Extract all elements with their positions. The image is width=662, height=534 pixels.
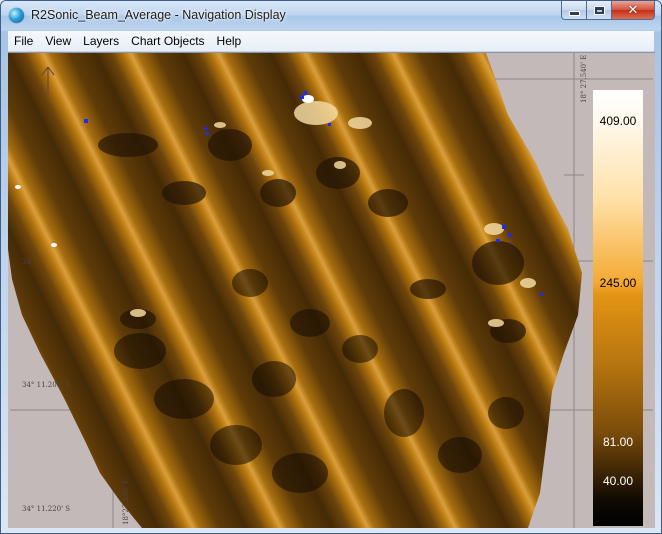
menu-help[interactable]: Help: [211, 31, 248, 51]
title-bar[interactable]: R2Sonic_Beam_Average - Navigation Displa…: [1, 1, 661, 30]
menu-file[interactable]: File: [8, 31, 39, 51]
close-button[interactable]: ✕: [612, 1, 655, 20]
sonar-swath: [8, 53, 582, 528]
close-icon: ✕: [627, 2, 639, 18]
lat-label-1: 34° 11.200' S: [22, 381, 71, 389]
scale-label-max: 409.00: [599, 114, 637, 128]
app-window: R2Sonic_Beam_Average - Navigation Displa…: [0, 0, 662, 534]
menu-view[interactable]: View: [39, 31, 77, 51]
caption-buttons: ✕: [561, 1, 655, 21]
lon-label-top: 18° 27.540' E: [580, 54, 588, 103]
map-view[interactable]: 34° 11.200' S 34° 11.220' S 34 18° 27.54…: [8, 52, 655, 528]
maximize-button[interactable]: [587, 1, 612, 20]
color-scale-bar: 409.00 245.00 81.00 40.00: [593, 90, 643, 526]
window-title: R2Sonic_Beam_Average - Navigation Displa…: [31, 8, 286, 22]
menu-chart-objects[interactable]: Chart Objects: [125, 31, 210, 51]
scale-label-low: 81.00: [602, 435, 634, 449]
lon-label-bottom: 18°27.530' E: [122, 478, 130, 525]
globe-icon[interactable]: [9, 8, 24, 23]
menu-bar: File View Layers Chart Objects Help: [8, 31, 654, 52]
scale-label-min: 40.00: [602, 474, 634, 488]
minimize-icon: [568, 10, 580, 16]
lat-label-partial: 34: [22, 258, 31, 266]
menu-layers[interactable]: Layers: [77, 31, 125, 51]
map-canvas[interactable]: [8, 53, 655, 528]
scale-label-mid: 245.00: [599, 276, 637, 290]
minimize-button[interactable]: [561, 1, 587, 20]
lat-label-2: 34° 11.220' S: [22, 505, 71, 513]
maximize-icon: [594, 6, 604, 14]
